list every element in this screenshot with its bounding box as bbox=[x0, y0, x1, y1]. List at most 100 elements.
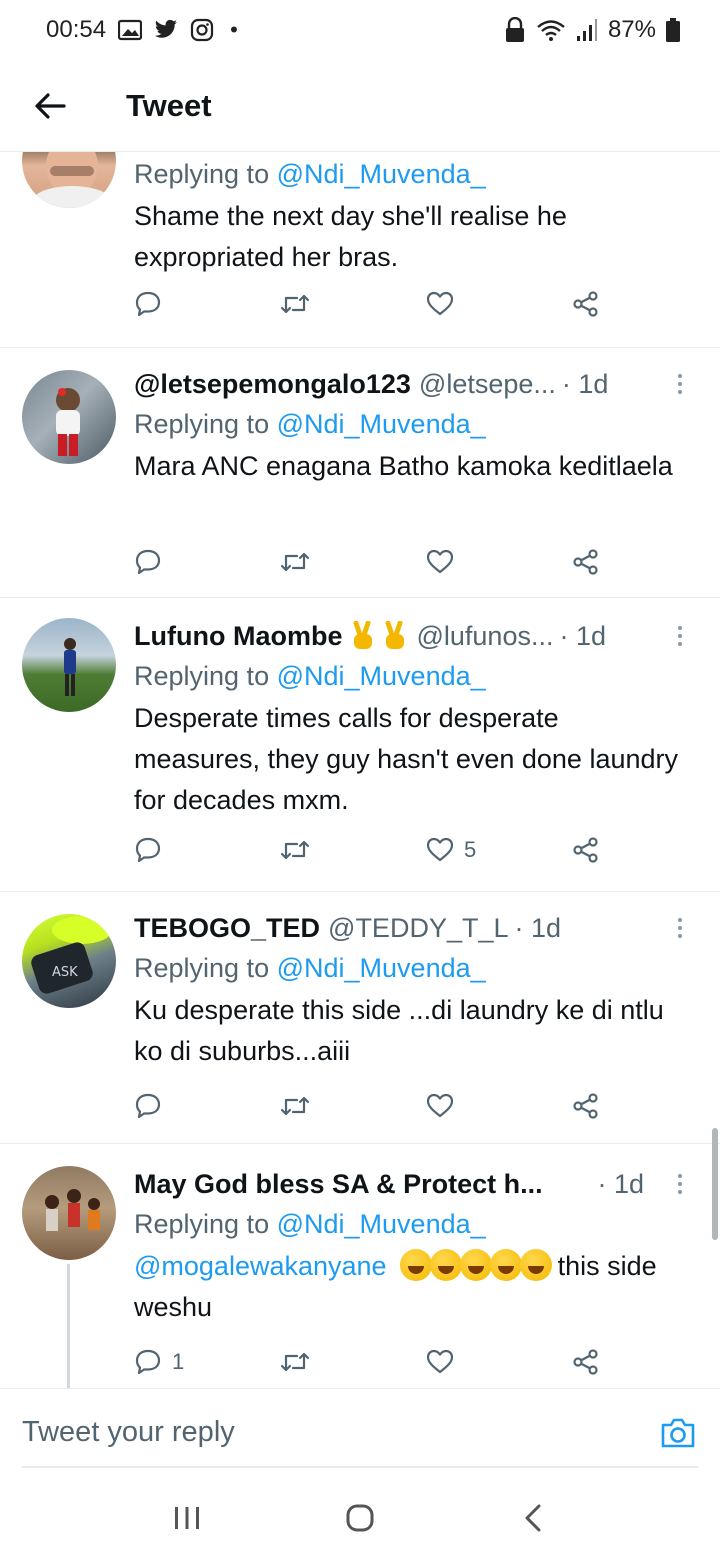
heart-icon bbox=[426, 1349, 454, 1374]
tweet-time: · 1d bbox=[514, 912, 562, 943]
replying-mention-link[interactable]: @Ndi_Muvenda_ bbox=[277, 159, 486, 189]
speech-bubble-icon bbox=[135, 549, 161, 575]
status-time: 00:54 bbox=[46, 16, 107, 43]
sweat-smile-emoji-icon bbox=[520, 1249, 553, 1281]
like-button[interactable] bbox=[426, 284, 464, 324]
user-avatar[interactable]: ASK bbox=[22, 914, 116, 1008]
app-screen: 00:54 • 87% Tweet Replying to @Ndi_Muven… bbox=[0, 0, 720, 1560]
battery-percent: 87% bbox=[607, 16, 656, 43]
retweet-icon bbox=[280, 1352, 310, 1372]
tweet-header: @letsepemongalo123 @letsepe... · 1d bbox=[134, 366, 690, 402]
share-icon bbox=[573, 291, 598, 317]
tweet-item[interactable]: ASK TEBOGO_TED @TEDDY_T_L · 1d Replying … bbox=[0, 892, 720, 1144]
share-button[interactable] bbox=[572, 284, 600, 324]
replying-to-line: Replying to @Ndi_Muvenda_ bbox=[134, 950, 690, 986]
user-avatar[interactable] bbox=[22, 618, 116, 712]
tweet-header: TEBOGO_TED @TEDDY_T_L · 1d bbox=[134, 910, 690, 946]
replying-mention-link[interactable]: @Ndi_Muvenda_ bbox=[277, 661, 486, 691]
replying-prefix: Replying to bbox=[134, 159, 270, 189]
tweet-item[interactable]: Replying to @Ndi_Muvenda_ Shame the next… bbox=[0, 152, 720, 348]
user-avatar[interactable] bbox=[22, 152, 116, 208]
tweet-header: May God bless SA & Protect h... · 1d bbox=[134, 1166, 690, 1202]
reply-button[interactable]: 1 bbox=[134, 1342, 184, 1382]
scrollbar-thumb[interactable] bbox=[712, 1128, 718, 1240]
share-button[interactable] bbox=[572, 542, 600, 582]
tweet-text: Shame the next day she'll realise he exp… bbox=[134, 201, 567, 272]
reply-composer[interactable]: Tweet your reply bbox=[0, 1388, 720, 1476]
retweet-icon bbox=[280, 552, 310, 572]
speech-bubble-icon bbox=[135, 1349, 161, 1375]
tweet-item[interactable]: Lufuno Maombe @lufunos... · 1d Replying … bbox=[0, 598, 720, 892]
share-icon bbox=[573, 549, 598, 575]
home-button[interactable] bbox=[330, 1488, 390, 1548]
recent-apps-icon bbox=[174, 1507, 199, 1529]
replying-mention-link[interactable]: @Ndi_Muvenda_ bbox=[277, 953, 486, 983]
page-title: Tweet bbox=[126, 87, 212, 123]
reply-button[interactable] bbox=[134, 1086, 172, 1126]
victory-hand-emoji-icon bbox=[350, 621, 408, 651]
tweet-text: Mara ANC enagana Batho kamoka keditlaela bbox=[134, 451, 673, 481]
speech-bubble-icon bbox=[135, 837, 161, 863]
replying-mention-link[interactable]: @Ndi_Muvenda_ bbox=[277, 409, 486, 439]
instagram-icon bbox=[190, 18, 214, 42]
laughing-emoji-icon bbox=[430, 1249, 463, 1281]
battery-icon bbox=[666, 18, 680, 42]
author-name[interactable]: Lufuno Maombe bbox=[134, 621, 342, 652]
tweet-actions bbox=[134, 542, 614, 582]
reply-button[interactable] bbox=[134, 284, 172, 324]
author-handle[interactable]: @letsepe... bbox=[419, 369, 556, 400]
top-app-bar: Tweet bbox=[0, 60, 720, 152]
share-button[interactable] bbox=[572, 1342, 600, 1382]
replying-to-line: Replying to @Ndi_Muvenda_ bbox=[134, 156, 690, 192]
reply-input[interactable]: Tweet your reply bbox=[22, 1416, 235, 1449]
replying-prefix: Replying to bbox=[134, 953, 270, 983]
speech-bubble-icon bbox=[135, 291, 161, 317]
more-options-button[interactable] bbox=[670, 618, 690, 654]
system-back-button[interactable] bbox=[503, 1488, 563, 1548]
share-icon bbox=[573, 837, 598, 863]
share-icon bbox=[573, 1093, 598, 1119]
like-button[interactable] bbox=[426, 1086, 464, 1126]
more-options-button[interactable] bbox=[670, 366, 690, 402]
retweet-button[interactable] bbox=[280, 1342, 310, 1382]
replying-prefix: Replying to bbox=[134, 661, 270, 691]
camera-button[interactable] bbox=[658, 1413, 698, 1453]
wifi-icon bbox=[536, 18, 566, 42]
retweet-button[interactable] bbox=[280, 1086, 310, 1126]
user-avatar[interactable] bbox=[22, 1166, 116, 1260]
replies-feed[interactable]: Replying to @Ndi_Muvenda_ Shame the next… bbox=[0, 152, 720, 1388]
tweet-item[interactable]: May God bless SA & Protect h... · 1d Rep… bbox=[0, 1144, 720, 1388]
author-name[interactable]: @letsepemongalo123 bbox=[134, 369, 411, 400]
author-handle[interactable]: @TEDDY_T_L bbox=[328, 913, 508, 944]
recent-apps-button[interactable] bbox=[157, 1488, 217, 1548]
retweet-icon bbox=[280, 840, 310, 860]
author-handle[interactable]: @lufunos... bbox=[416, 621, 553, 652]
heart-icon bbox=[426, 1093, 454, 1118]
replying-prefix: Replying to bbox=[134, 1209, 270, 1239]
user-avatar[interactable] bbox=[22, 370, 116, 464]
like-button[interactable] bbox=[426, 1342, 464, 1382]
share-button[interactable] bbox=[572, 830, 600, 870]
share-button[interactable] bbox=[572, 1086, 600, 1126]
more-options-button[interactable] bbox=[670, 1166, 690, 1202]
replying-mention-link[interactable]: @Ndi_Muvenda_ bbox=[277, 1209, 486, 1239]
retweet-button[interactable] bbox=[280, 542, 310, 582]
tweet-text: Ku desperate this side ...di laundry ke … bbox=[134, 995, 664, 1066]
tweet-mention-link[interactable]: @mogalewakanyane bbox=[134, 1251, 387, 1281]
like-button[interactable]: 5 bbox=[426, 830, 476, 870]
tweet-actions bbox=[134, 284, 614, 324]
reply-underline bbox=[22, 1466, 698, 1468]
more-options-button[interactable] bbox=[670, 910, 690, 946]
signal-icon bbox=[576, 18, 598, 42]
replying-to-line: Replying to @Ndi_Muvenda_ bbox=[134, 1206, 690, 1242]
back-button[interactable] bbox=[20, 76, 80, 136]
replying-to-line: Replying to @Ndi_Muvenda_ bbox=[134, 658, 690, 694]
heart-icon bbox=[426, 291, 454, 316]
retweet-button[interactable] bbox=[280, 284, 310, 324]
reply-button[interactable] bbox=[134, 542, 172, 582]
retweet-button[interactable] bbox=[280, 830, 310, 870]
reply-button[interactable] bbox=[134, 830, 172, 870]
author-name[interactable]: TEBOGO_TED bbox=[134, 913, 320, 944]
like-button[interactable] bbox=[426, 542, 464, 582]
author-name[interactable]: May God bless SA & Protect h... bbox=[134, 1169, 543, 1200]
